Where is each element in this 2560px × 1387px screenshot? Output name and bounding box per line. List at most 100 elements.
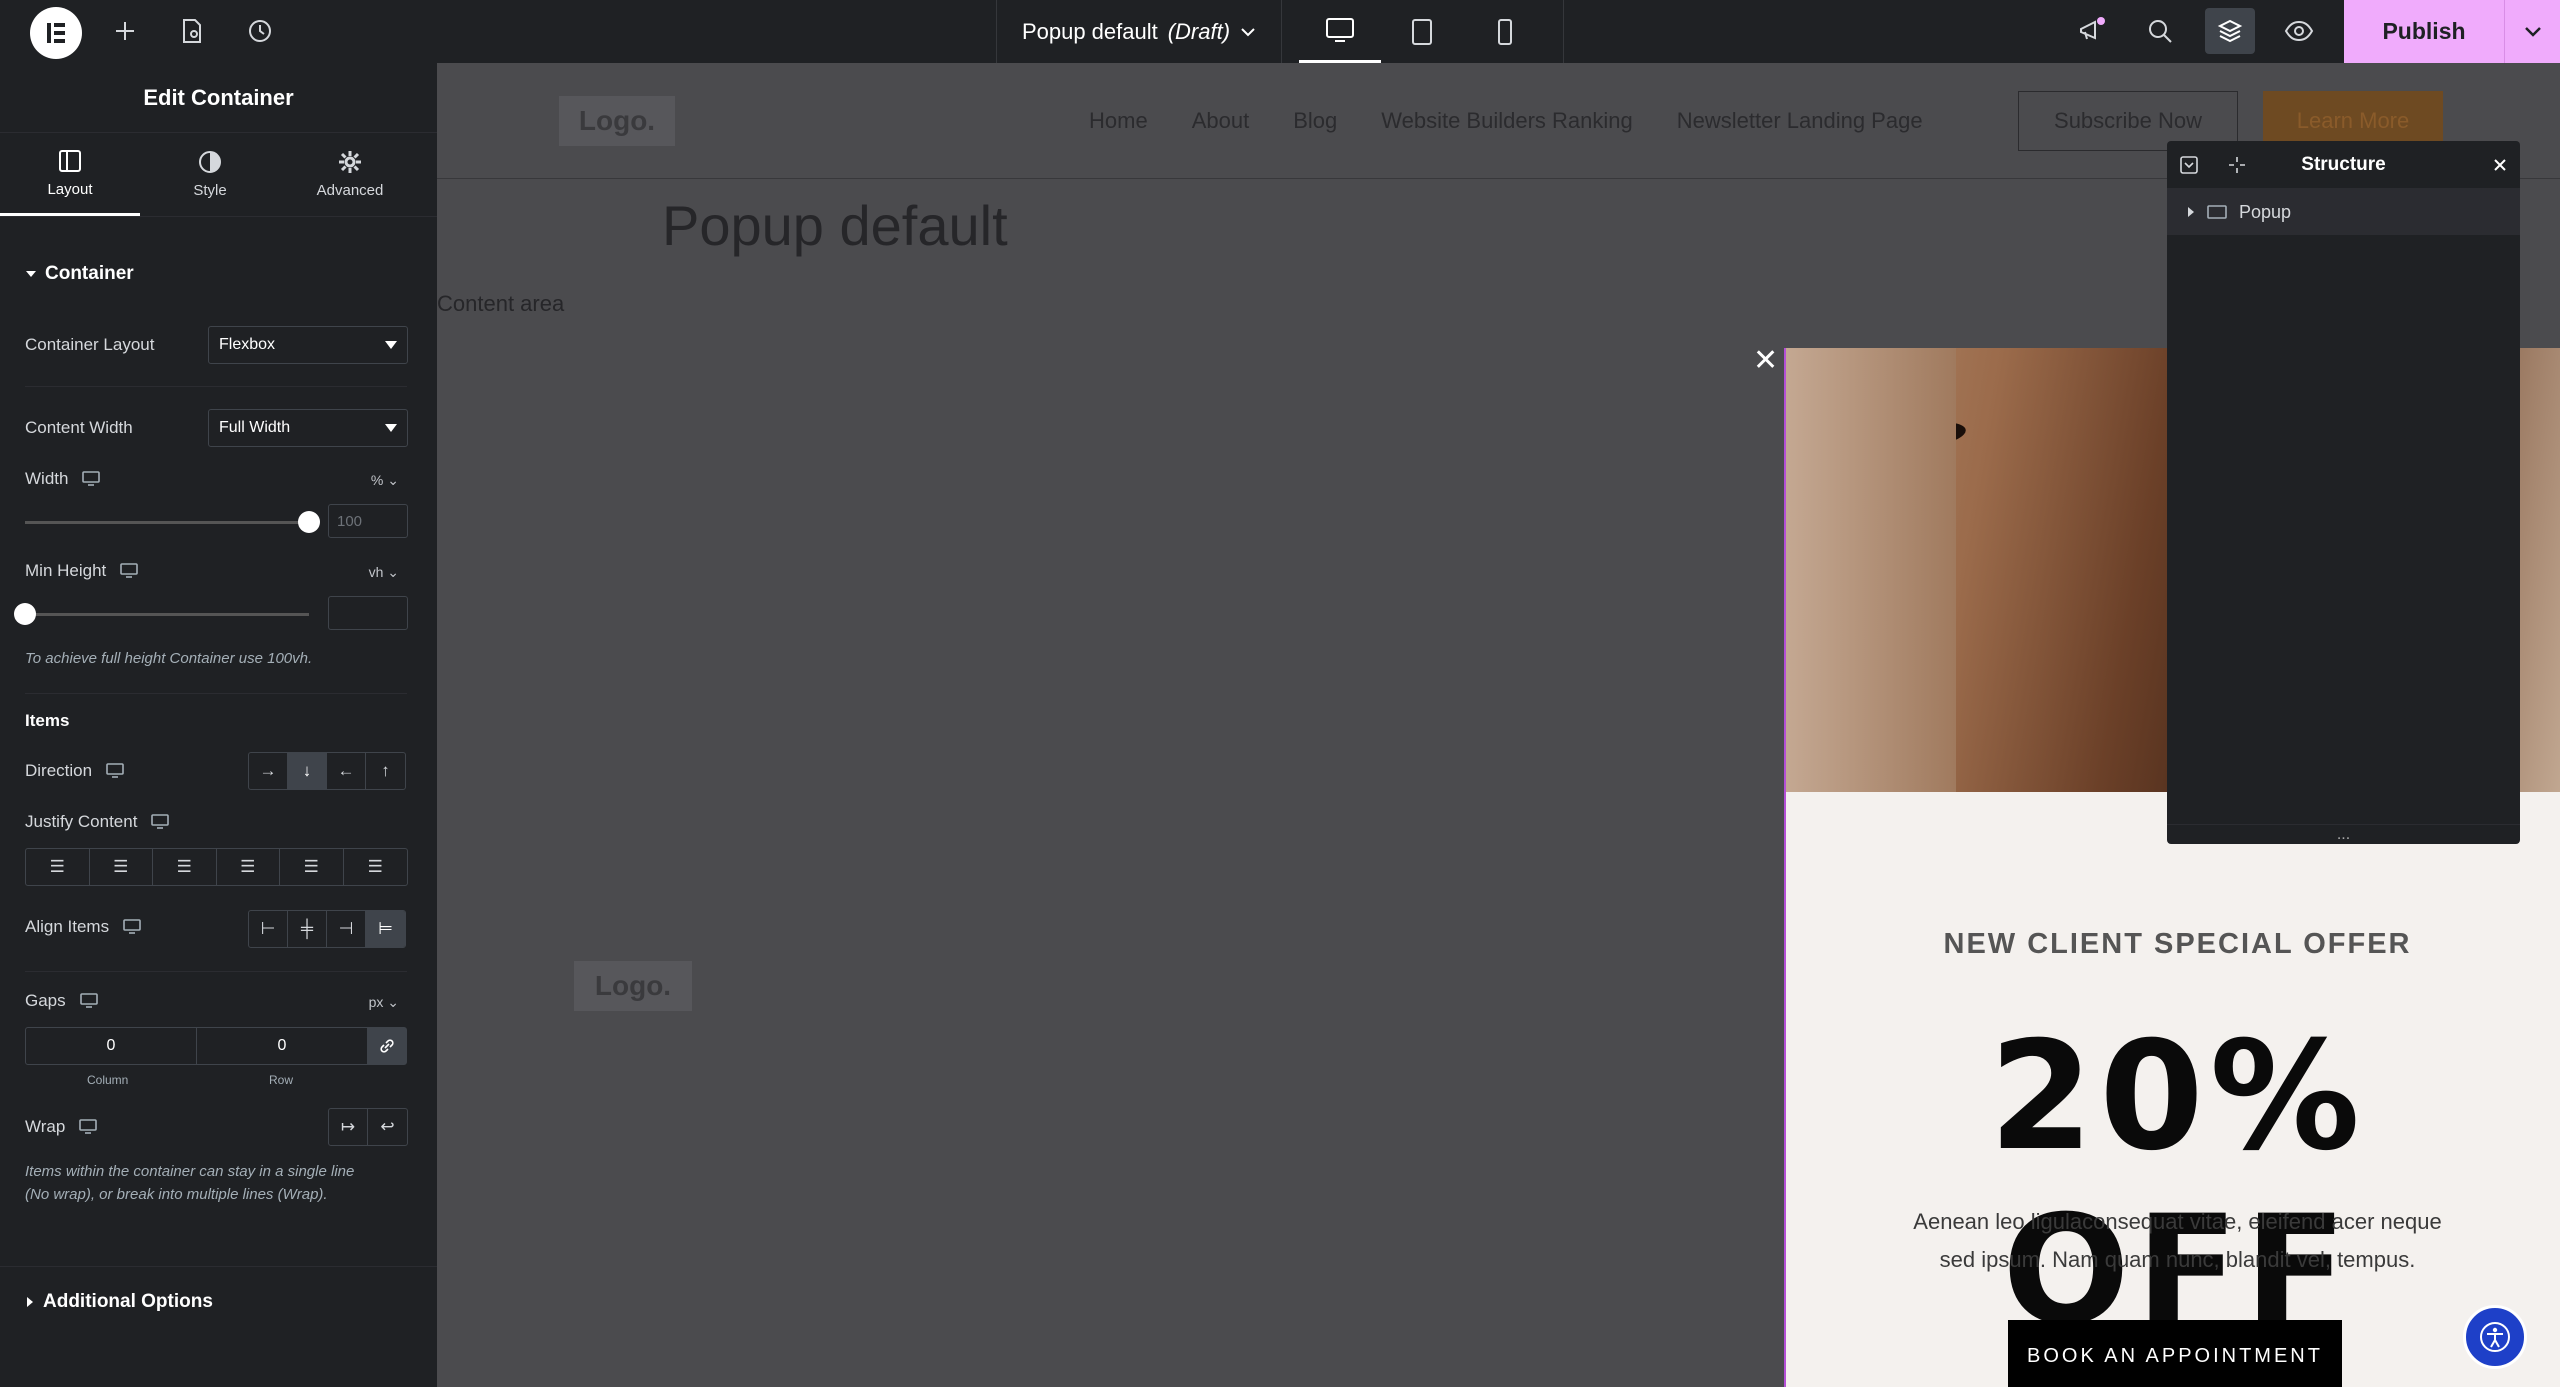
- top-bar: Popup default (Draft) Publish: [0, 0, 2560, 63]
- justify-start-icon[interactable]: ☰: [26, 849, 90, 885]
- gap-column-input[interactable]: 0: [26, 1028, 197, 1064]
- publish-options-button[interactable]: [2504, 0, 2560, 63]
- width-input[interactable]: 100: [328, 504, 408, 538]
- direction-buttons: → ↓ ← ↑: [248, 752, 406, 790]
- desktop-icon[interactable]: [79, 993, 98, 1009]
- items-title: Items: [25, 711, 70, 730]
- nav-home[interactable]: Home: [1089, 108, 1148, 134]
- gaps-label: Gaps: [25, 991, 66, 1010]
- document-title[interactable]: Popup default (Draft): [996, 0, 1282, 63]
- nav-about[interactable]: About: [1192, 108, 1250, 134]
- no-wrap-icon[interactable]: ↦: [329, 1109, 368, 1145]
- container-layout-select[interactable]: Flexbox: [208, 326, 408, 364]
- direction-row-reverse-icon[interactable]: ←: [327, 753, 366, 789]
- justify-content-control: Justify Content: [25, 812, 170, 832]
- min-height-slider[interactable]: [25, 613, 309, 616]
- gap-row-input[interactable]: 0: [197, 1028, 368, 1064]
- page-settings-icon[interactable]: [172, 8, 212, 54]
- nav-blog[interactable]: Blog: [1293, 108, 1337, 134]
- history-icon[interactable]: [240, 8, 280, 54]
- align-end-icon[interactable]: ⊣: [327, 911, 366, 947]
- min-height-slider-handle[interactable]: [14, 603, 36, 625]
- items-heading: Items: [25, 711, 69, 731]
- tab-style[interactable]: Style: [140, 133, 280, 216]
- direction-column-icon[interactable]: ↓: [288, 753, 327, 789]
- nav-website-builders-ranking[interactable]: Website Builders Ranking: [1381, 108, 1633, 134]
- wrap-label: Wrap: [25, 1117, 66, 1136]
- popup-close-icon[interactable]: ✕: [1753, 343, 1778, 378]
- link-icon[interactable]: [368, 1028, 406, 1064]
- style-icon: [199, 151, 221, 173]
- desktop-icon[interactable]: [106, 763, 124, 779]
- justify-space-between-icon[interactable]: ☰: [217, 849, 280, 885]
- direction-row-icon[interactable]: →: [249, 753, 288, 789]
- desktop-icon[interactable]: [1299, 0, 1381, 63]
- justify-space-around-icon[interactable]: ☰: [280, 849, 344, 885]
- justify-end-icon[interactable]: ☰: [153, 849, 217, 885]
- align-center-icon[interactable]: ╪: [288, 911, 327, 947]
- align-start-icon[interactable]: ⊢: [249, 911, 288, 947]
- collapse-all-icon[interactable]: [2179, 155, 2199, 175]
- container-icon: [2207, 205, 2227, 219]
- min-height-unit-select[interactable]: vh ⌄: [369, 564, 399, 581]
- content-width-select[interactable]: Full Width: [208, 409, 408, 447]
- container-layout-label: Container Layout: [25, 335, 155, 354]
- structure-layers-icon[interactable]: [2205, 8, 2255, 54]
- additional-options-toggle[interactable]: Additional Options: [25, 1291, 213, 1313]
- wrap-buttons: ↦ ↩: [328, 1108, 408, 1146]
- wrap-hint-line-2: (No wrap), or break into multiple lines …: [25, 1186, 328, 1203]
- width-slider[interactable]: [25, 521, 309, 524]
- panel-tabs: Layout Style Advanced: [0, 133, 437, 217]
- container-section-toggle[interactable]: Container: [25, 263, 134, 285]
- direction-column-reverse-icon[interactable]: ↑: [366, 753, 405, 789]
- add-element-icon[interactable]: [105, 8, 145, 54]
- width-input-value: 100: [337, 512, 363, 530]
- container-section-title: Container: [45, 263, 134, 284]
- align-stretch-icon[interactable]: ⊨: [366, 911, 405, 947]
- content-width-label: Content Width: [25, 418, 133, 437]
- search-icon[interactable]: [2136, 8, 2184, 54]
- footer-logo[interactable]: Logo.: [574, 961, 692, 1011]
- wrap-icon[interactable]: ↩: [368, 1109, 407, 1145]
- caret-right-icon[interactable]: [2187, 206, 2195, 218]
- gaps-unit-select[interactable]: px ⌄: [369, 994, 399, 1011]
- min-height-input[interactable]: [328, 596, 408, 630]
- elementor-logo-icon[interactable]: [30, 7, 82, 59]
- accessibility-icon[interactable]: [2463, 1305, 2527, 1369]
- min-height-control: Min Height: [25, 561, 139, 581]
- justify-center-icon[interactable]: ☰: [90, 849, 153, 885]
- structure-item-popup[interactable]: Popup: [2167, 189, 2520, 235]
- tab-layout-label: Layout: [47, 180, 93, 198]
- notifications-icon[interactable]: [2068, 8, 2116, 54]
- structure-resize-handle[interactable]: ...: [2167, 824, 2520, 844]
- site-logo[interactable]: Logo.: [559, 96, 675, 146]
- justify-space-evenly-icon[interactable]: ☰: [344, 849, 408, 885]
- page-title: Popup default: [662, 194, 1008, 257]
- container-layout-value: Flexbox: [219, 336, 276, 353]
- divider: [0, 1266, 437, 1267]
- width-label: Width: [25, 469, 69, 488]
- direction-label: Direction: [25, 761, 93, 780]
- close-icon[interactable]: [2492, 157, 2508, 173]
- tab-advanced[interactable]: Advanced: [280, 133, 420, 216]
- desktop-icon[interactable]: [82, 471, 101, 487]
- min-height-label: Min Height: [25, 561, 107, 580]
- desktop-icon[interactable]: [79, 1119, 98, 1135]
- caret-right-icon: [27, 1297, 33, 1307]
- preview-eye-icon[interactable]: [2275, 8, 2323, 54]
- structure-panel: Structure Popup ...: [2167, 141, 2520, 844]
- desktop-icon[interactable]: [123, 919, 141, 935]
- tablet-icon[interactable]: [1381, 0, 1463, 63]
- book-appointment-button[interactable]: BOOK AN APPOINTMENT: [2008, 1320, 2342, 1387]
- desktop-icon[interactable]: [120, 563, 139, 579]
- publish-button[interactable]: Publish: [2344, 0, 2504, 63]
- width-unit-select[interactable]: % ⌄: [371, 472, 399, 489]
- mobile-icon[interactable]: [1464, 0, 1546, 63]
- tab-layout[interactable]: Layout: [0, 133, 140, 216]
- gaps-unit: px: [368, 994, 384, 1010]
- desktop-icon[interactable]: [151, 814, 170, 830]
- nav-newsletter-landing-page[interactable]: Newsletter Landing Page: [1677, 108, 1923, 134]
- ai-sparkle-icon[interactable]: [2227, 155, 2247, 175]
- width-slider-handle[interactable]: [298, 511, 320, 533]
- offer-subtitle: NEW CLIENT SPECIAL OFFER: [1943, 928, 2412, 960]
